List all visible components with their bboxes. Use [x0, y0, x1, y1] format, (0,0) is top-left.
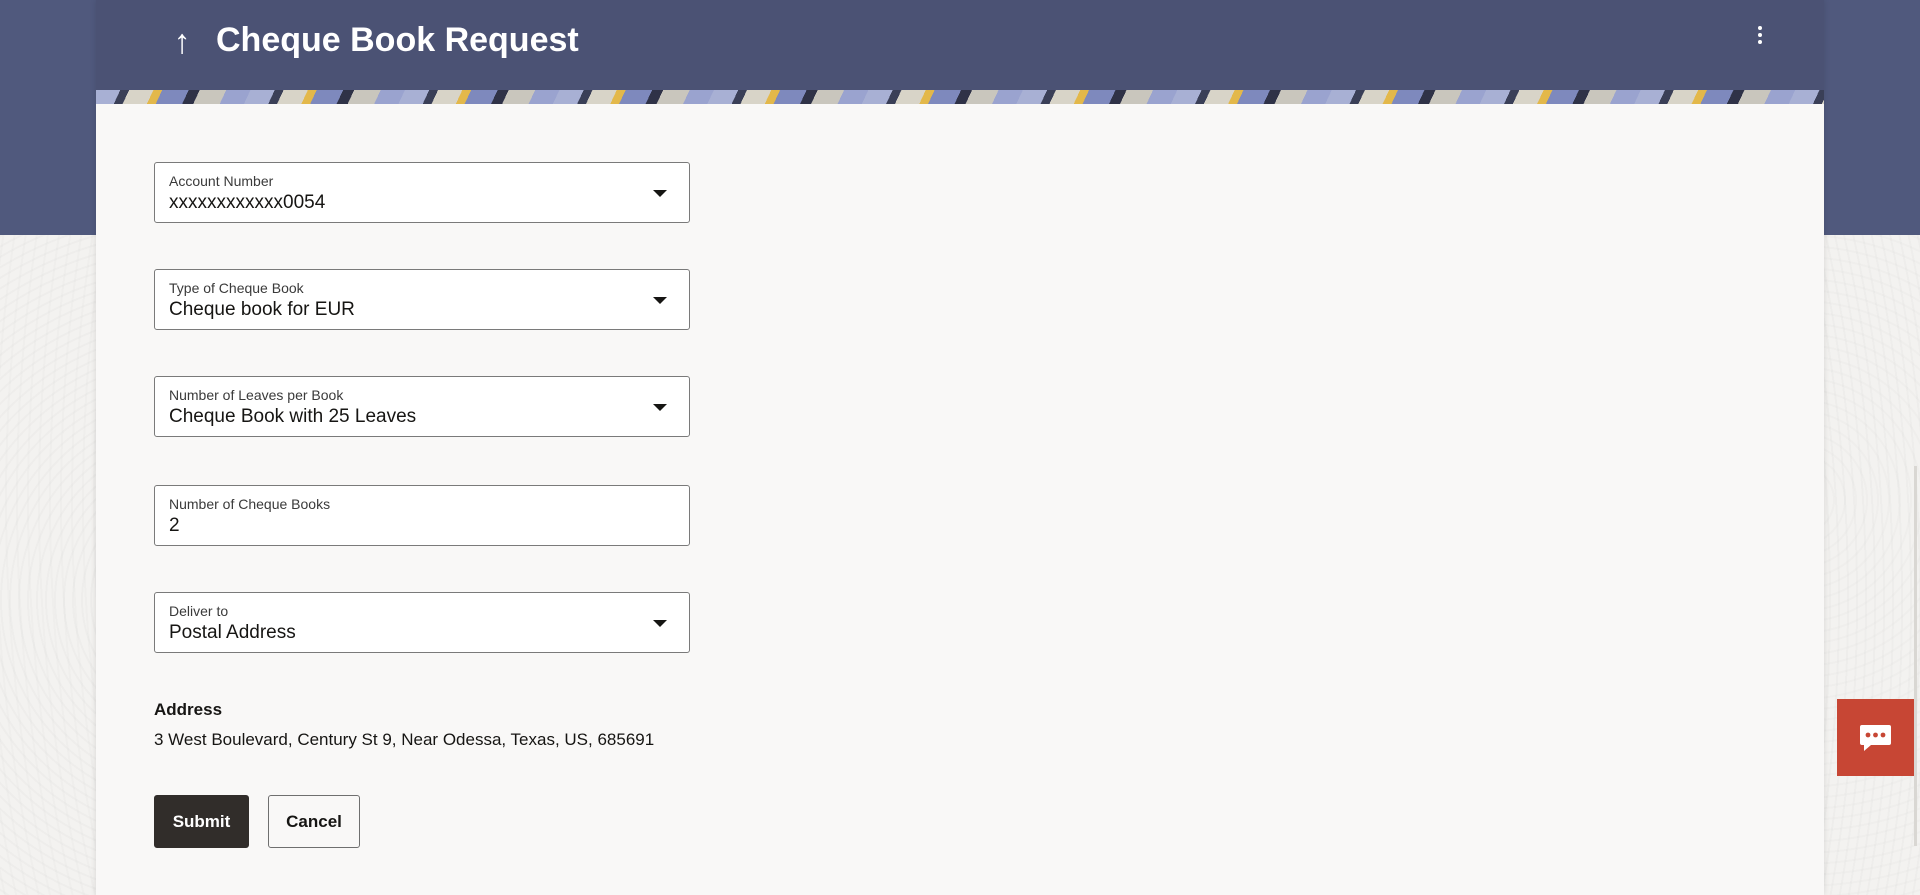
account-number-select[interactable]: Account Number xxxxxxxxxxxx0054 [154, 162, 690, 223]
leaves-per-book-select[interactable]: Number of Leaves per Book Cheque Book wi… [154, 376, 690, 437]
kebab-menu-icon[interactable] [1754, 26, 1766, 50]
cheque-book-count-input[interactable]: Number of Cheque Books 2 [154, 485, 690, 546]
deliver-to-label: Deliver to [169, 603, 229, 619]
address-value: 3 West Boulevard, Century St 9, Near Ode… [154, 730, 655, 749]
deliver-to-select[interactable]: Deliver to Postal Address [154, 592, 690, 653]
submit-button[interactable]: Submit [154, 795, 249, 848]
cheque-book-type-select[interactable]: Type of Cheque Book Cheque book for EUR [154, 269, 690, 330]
chevron-down-icon [653, 297, 667, 304]
deliver-to-value: Postal Address [169, 622, 296, 643]
leaves-per-book-label: Number of Leaves per Book [169, 387, 344, 403]
cheque-book-type-value: Cheque book for EUR [169, 299, 355, 320]
page-scrollbar[interactable] [1914, 466, 1917, 846]
account-number-label: Account Number [169, 173, 274, 189]
cheque-book-type-label: Type of Cheque Book [169, 280, 304, 296]
page-header: ↑ Cheque Book Request [96, 0, 1824, 90]
address-label: Address [154, 700, 223, 719]
account-number-value: xxxxxxxxxxxx0054 [169, 192, 326, 213]
cheque-book-count-value: 2 [169, 515, 180, 536]
cancel-button[interactable]: Cancel [268, 795, 360, 848]
chevron-down-icon [653, 620, 667, 627]
header-banner-pattern [96, 90, 1824, 104]
leaves-per-book-value: Cheque Book with 25 Leaves [169, 406, 417, 427]
chat-bubble-icon [1860, 725, 1891, 751]
main-card: ↑ Cheque Book Request Account Number xxx… [96, 0, 1824, 895]
page-title: Cheque Book Request [216, 21, 579, 59]
chevron-down-icon [653, 404, 667, 411]
cheque-book-count-label: Number of Cheque Books [169, 496, 331, 512]
arrow-up-icon[interactable]: ↑ [166, 22, 198, 62]
chat-button[interactable] [1837, 699, 1914, 776]
chevron-down-icon [653, 190, 667, 197]
